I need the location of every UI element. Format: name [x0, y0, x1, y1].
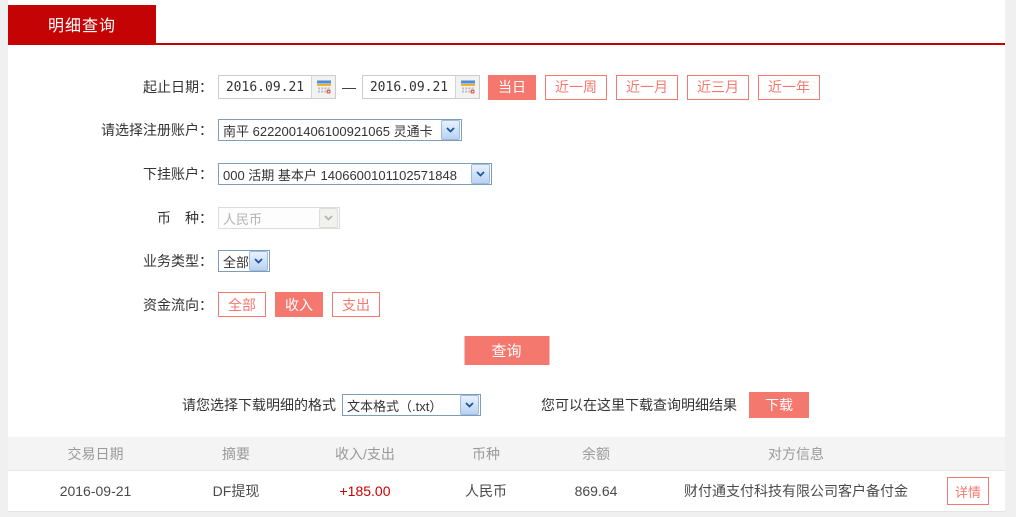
register-account-value: 南平 6222001406100921065 灵通卡 [223, 123, 433, 139]
fund-flow-row: 资金流向： 全部 收入 支出 [8, 292, 1005, 317]
download-button[interactable]: 下载 [749, 392, 809, 418]
quick-range-year-button[interactable]: 近一年 [758, 74, 820, 100]
calendar-icon [316, 79, 332, 95]
header-currency: 币种 [472, 445, 500, 462]
quick-range-week-button[interactable]: 近一周 [545, 74, 607, 100]
tab-label: 明细查询 [47, 18, 116, 35]
results-table: 交易日期 摘要 收入/支出 币种 余额 对方信息 2016-09-21 DF提现… [8, 437, 1005, 512]
table-row: 2016-09-21 DF提现 +185.00 人民币 869.64 财付通支付… [8, 471, 1005, 512]
download-format-label: 请您选择下载明细的格式 [182, 397, 336, 413]
header-balance: 余额 [582, 445, 610, 462]
quick-range-today-button[interactable]: 当日 [488, 74, 536, 100]
quick-range-month-button[interactable]: 近一月 [616, 74, 678, 100]
currency-label: 币 种： [157, 210, 213, 226]
detail-button[interactable]: 详情 [947, 477, 989, 505]
tab-underline [8, 43, 1005, 45]
table-header-row: 交易日期 摘要 收入/支出 币种 余额 对方信息 [8, 437, 1005, 471]
register-account-row: 请选择注册账户： 南平 6222001406100921065 灵通卡 [8, 119, 1005, 141]
header-summary: 摘要 [222, 445, 250, 462]
cell-balance: 869.64 [574, 483, 618, 499]
cell-trade-date: 2016-09-21 [59, 483, 132, 499]
date-separator: — [342, 79, 356, 95]
business-type-select[interactable]: 全部 [218, 250, 270, 272]
currency-row: 币 种： 人民币 [8, 207, 1005, 229]
download-format-value: 文本格式（.txt） [347, 398, 443, 414]
end-date-field [362, 75, 480, 99]
chevron-down-icon [249, 251, 268, 271]
quick-range-3months-button[interactable]: 近三月 [687, 74, 749, 100]
download-format-select[interactable]: 文本格式（.txt） [342, 394, 481, 416]
cell-counterparty: 财付通支付科技有限公司客户备付金 [684, 483, 908, 499]
fund-flow-all-button[interactable]: 全部 [218, 292, 266, 317]
date-range-row: 起止日期： 2016.09.21 — 2016.09.21 当日 近一周 近一月… [8, 74, 1005, 100]
fund-flow-expense-button[interactable]: 支出 [332, 292, 380, 317]
sub-account-row: 下挂账户： 000 活期 基本户 1406600101102571848 [8, 163, 1005, 185]
end-date-calendar-button[interactable] [455, 76, 479, 98]
business-type-label: 业务类型： [143, 253, 213, 269]
query-button[interactable]: 查询 [464, 336, 549, 365]
cell-summary: DF提现 [212, 483, 260, 499]
start-date-field [218, 75, 336, 99]
header-trade-date: 交易日期 [67, 445, 124, 462]
date-range-label: 起止日期： [143, 79, 213, 95]
currency-select: 人民币 [218, 207, 340, 229]
cell-currency: 人民币 [465, 483, 507, 499]
business-type-row: 业务类型： 全部 [8, 250, 1005, 272]
chevron-down-icon [471, 164, 490, 184]
download-hint: 您可以在这里下载查询明细结果 [541, 397, 737, 413]
cell-amount: +185.00 [339, 483, 391, 499]
start-date-input[interactable] [219, 76, 311, 98]
chevron-down-icon [319, 208, 338, 228]
tab-detail-query[interactable]: 明细查询 [8, 5, 156, 43]
sub-account-value: 000 活期 基本户 1406600101102571848 [223, 167, 457, 183]
detail-query-panel: 明细查询 起止日期： 2016.09.21 — 2016.09.21 当日 近一… [8, 0, 1005, 512]
register-account-select[interactable]: 南平 6222001406100921065 灵通卡 [218, 119, 462, 141]
fund-flow-income-button[interactable]: 收入 [275, 292, 323, 317]
download-row: 请您选择下载明细的格式 文本格式（.txt） 您可以在这里下载查询明细结果 下载 [8, 392, 1005, 418]
header-counterparty: 对方信息 [768, 445, 824, 462]
sub-account-select[interactable]: 000 活期 基本户 1406600101102571848 [218, 163, 492, 185]
calendar-icon [460, 79, 476, 95]
fund-flow-label: 资金流向： [143, 296, 213, 313]
chevron-down-icon [441, 120, 460, 140]
end-date-input[interactable] [363, 76, 455, 98]
business-type-value: 全部 [223, 254, 248, 270]
header-income-expense: 收入/支出 [335, 445, 395, 462]
sub-account-label: 下挂账户： [143, 166, 213, 182]
register-account-label: 请选择注册账户： [101, 122, 213, 138]
start-date-calendar-button[interactable] [311, 76, 335, 98]
currency-value: 人民币 [223, 211, 263, 227]
chevron-down-icon [460, 395, 479, 415]
